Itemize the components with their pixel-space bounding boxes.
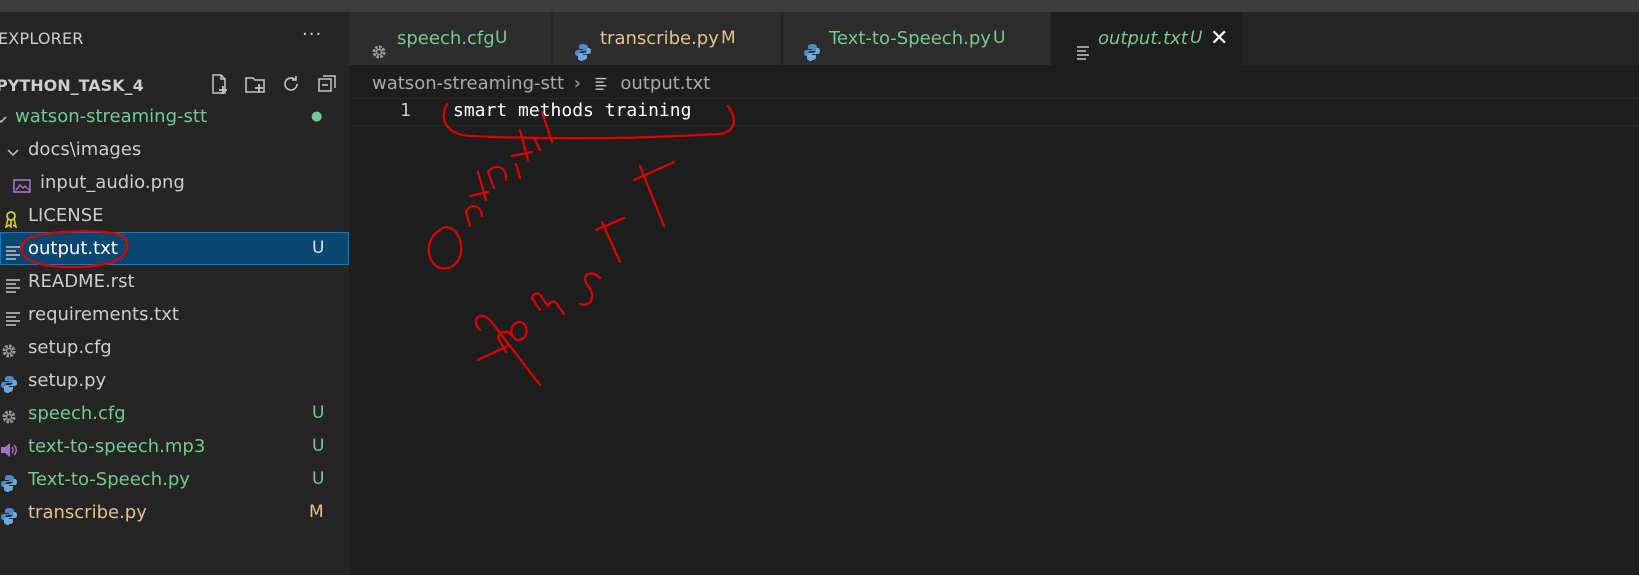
tree-item-requirements-txt[interactable]: requirements.txt [0, 298, 349, 331]
gear-icon [370, 29, 388, 59]
python-icon [0, 503, 18, 525]
untracked-badge: U [993, 28, 1006, 48]
tab-transcribe-py[interactable]: transcribe.py M [553, 12, 782, 65]
audio-icon [0, 437, 18, 457]
tree-item-readme-rst[interactable]: README.rst [0, 265, 349, 298]
tree-item-watson-streaming-stt[interactable]: watson-streaming-stt ● [0, 100, 349, 133]
gear-icon [0, 338, 18, 358]
project-actions [208, 73, 338, 95]
text-file-icon [4, 272, 22, 293]
untracked-badge: U [1190, 28, 1203, 48]
modified-badge: M [309, 502, 324, 522]
modified-badge: M [721, 28, 736, 48]
tree-item-label: text-to-speech.mp3 [28, 436, 206, 457]
project-title: PYTHON_TASK_4 [0, 76, 144, 95]
tree-item-input-audio-png[interactable]: input_audio.png [0, 166, 349, 199]
line-number: 1 [400, 100, 411, 121]
tree-item-license[interactable]: LICENSE [0, 199, 349, 232]
chevron-right-icon: › [573, 73, 581, 94]
tree-item-label: setup.py [28, 370, 107, 391]
breadcrumb: watson-streaming-stt › output.txt [372, 70, 710, 98]
untracked-badge: U [495, 28, 508, 48]
tree-item-label: README.rst [28, 271, 135, 292]
text-file-icon [593, 72, 609, 90]
modified-dot-badge: ● [311, 109, 323, 124]
tree-item-label: docs\images [28, 139, 142, 160]
tree-item-transcribe-py[interactable]: transcribe.py M [0, 496, 349, 529]
tree-item-docs-images[interactable]: docs\images [0, 133, 349, 166]
new-file-icon[interactable] [208, 73, 230, 95]
more-actions-icon[interactable]: ··· [302, 24, 322, 45]
license-icon [2, 206, 20, 229]
tree-item-text-to-speech-mp3[interactable]: text-to-speech.mp3 U [0, 430, 349, 463]
new-folder-icon[interactable] [244, 73, 266, 95]
annotation-word-output [427, 110, 554, 270]
tree-item-speech-cfg[interactable]: speech.cfg U [0, 397, 349, 430]
tab-label: output.txt [1098, 28, 1188, 49]
title-bar [0, 0, 1639, 12]
python-icon [0, 470, 18, 492]
explorer-header: EXPLORER ··· [0, 12, 349, 64]
close-tab-icon[interactable]: ✕ [1210, 12, 1228, 65]
python-icon [0, 371, 18, 393]
tree-item-output-txt[interactable]: output.txt U [0, 232, 349, 265]
explorer-sidebar: EXPLORER ··· PYTHON_TASK_4 watson-stream… [0, 12, 349, 575]
project-header[interactable]: PYTHON_TASK_4 [0, 69, 349, 101]
collapse-all-icon[interactable] [316, 73, 338, 95]
tab-speech-cfg[interactable]: speech.cfg U [349, 12, 552, 65]
chevron-down-icon [4, 140, 22, 158]
tree-item-setup-cfg[interactable]: setup.cfg [0, 331, 349, 364]
python-icon [803, 29, 821, 61]
python-icon [574, 29, 592, 61]
tree-item-text-to-speech-py[interactable]: Text-to-Speech.py U [0, 463, 349, 496]
image-icon [13, 173, 31, 193]
breadcrumb-file[interactable]: output.txt [620, 73, 710, 94]
breadcrumb-folder[interactable]: watson-streaming-stt [372, 73, 564, 94]
tree-item-label: setup.cfg [28, 337, 112, 358]
tree-item-label: speech.cfg [28, 403, 126, 424]
tab-label: Text-to-Speech.py [829, 28, 991, 49]
tab-label: speech.cfg [397, 28, 495, 49]
editor-tab-bar: speech.cfg U transcribe.py M Text-to-Spe… [349, 12, 1639, 65]
chevron-down-icon [0, 107, 10, 125]
text-file-icon [4, 305, 22, 326]
refresh-icon[interactable] [280, 73, 302, 95]
explorer-title: EXPLORER [0, 29, 84, 48]
tree-item-label: Text-to-Speech.py [28, 469, 190, 490]
tree-item-label: input_audio.png [40, 172, 185, 193]
untracked-badge: U [312, 436, 325, 456]
tab-text-to-speech-py[interactable]: Text-to-Speech.py U [783, 12, 1051, 65]
tab-label: transcribe.py [600, 28, 719, 49]
gear-icon [0, 404, 18, 424]
untracked-badge: U [312, 469, 325, 489]
tree-item-label: requirements.txt [28, 304, 179, 325]
untracked-badge: U [312, 403, 325, 423]
annotation-word-from-stt [474, 160, 676, 387]
untracked-badge: U [312, 238, 325, 258]
text-file-icon [1074, 29, 1092, 60]
text-file-icon [4, 239, 22, 260]
tree-item-label: transcribe.py [28, 502, 147, 523]
tab-output-txt[interactable]: output.txt U ✕ [1052, 12, 1243, 65]
tree-item-setup-py[interactable]: setup.py [0, 364, 349, 397]
tree-item-label: watson-streaming-stt [15, 106, 208, 127]
tree-item-label: LICENSE [28, 205, 104, 226]
code-line[interactable]: smart methods training [453, 100, 691, 121]
tree-item-label: output.txt [28, 238, 118, 259]
